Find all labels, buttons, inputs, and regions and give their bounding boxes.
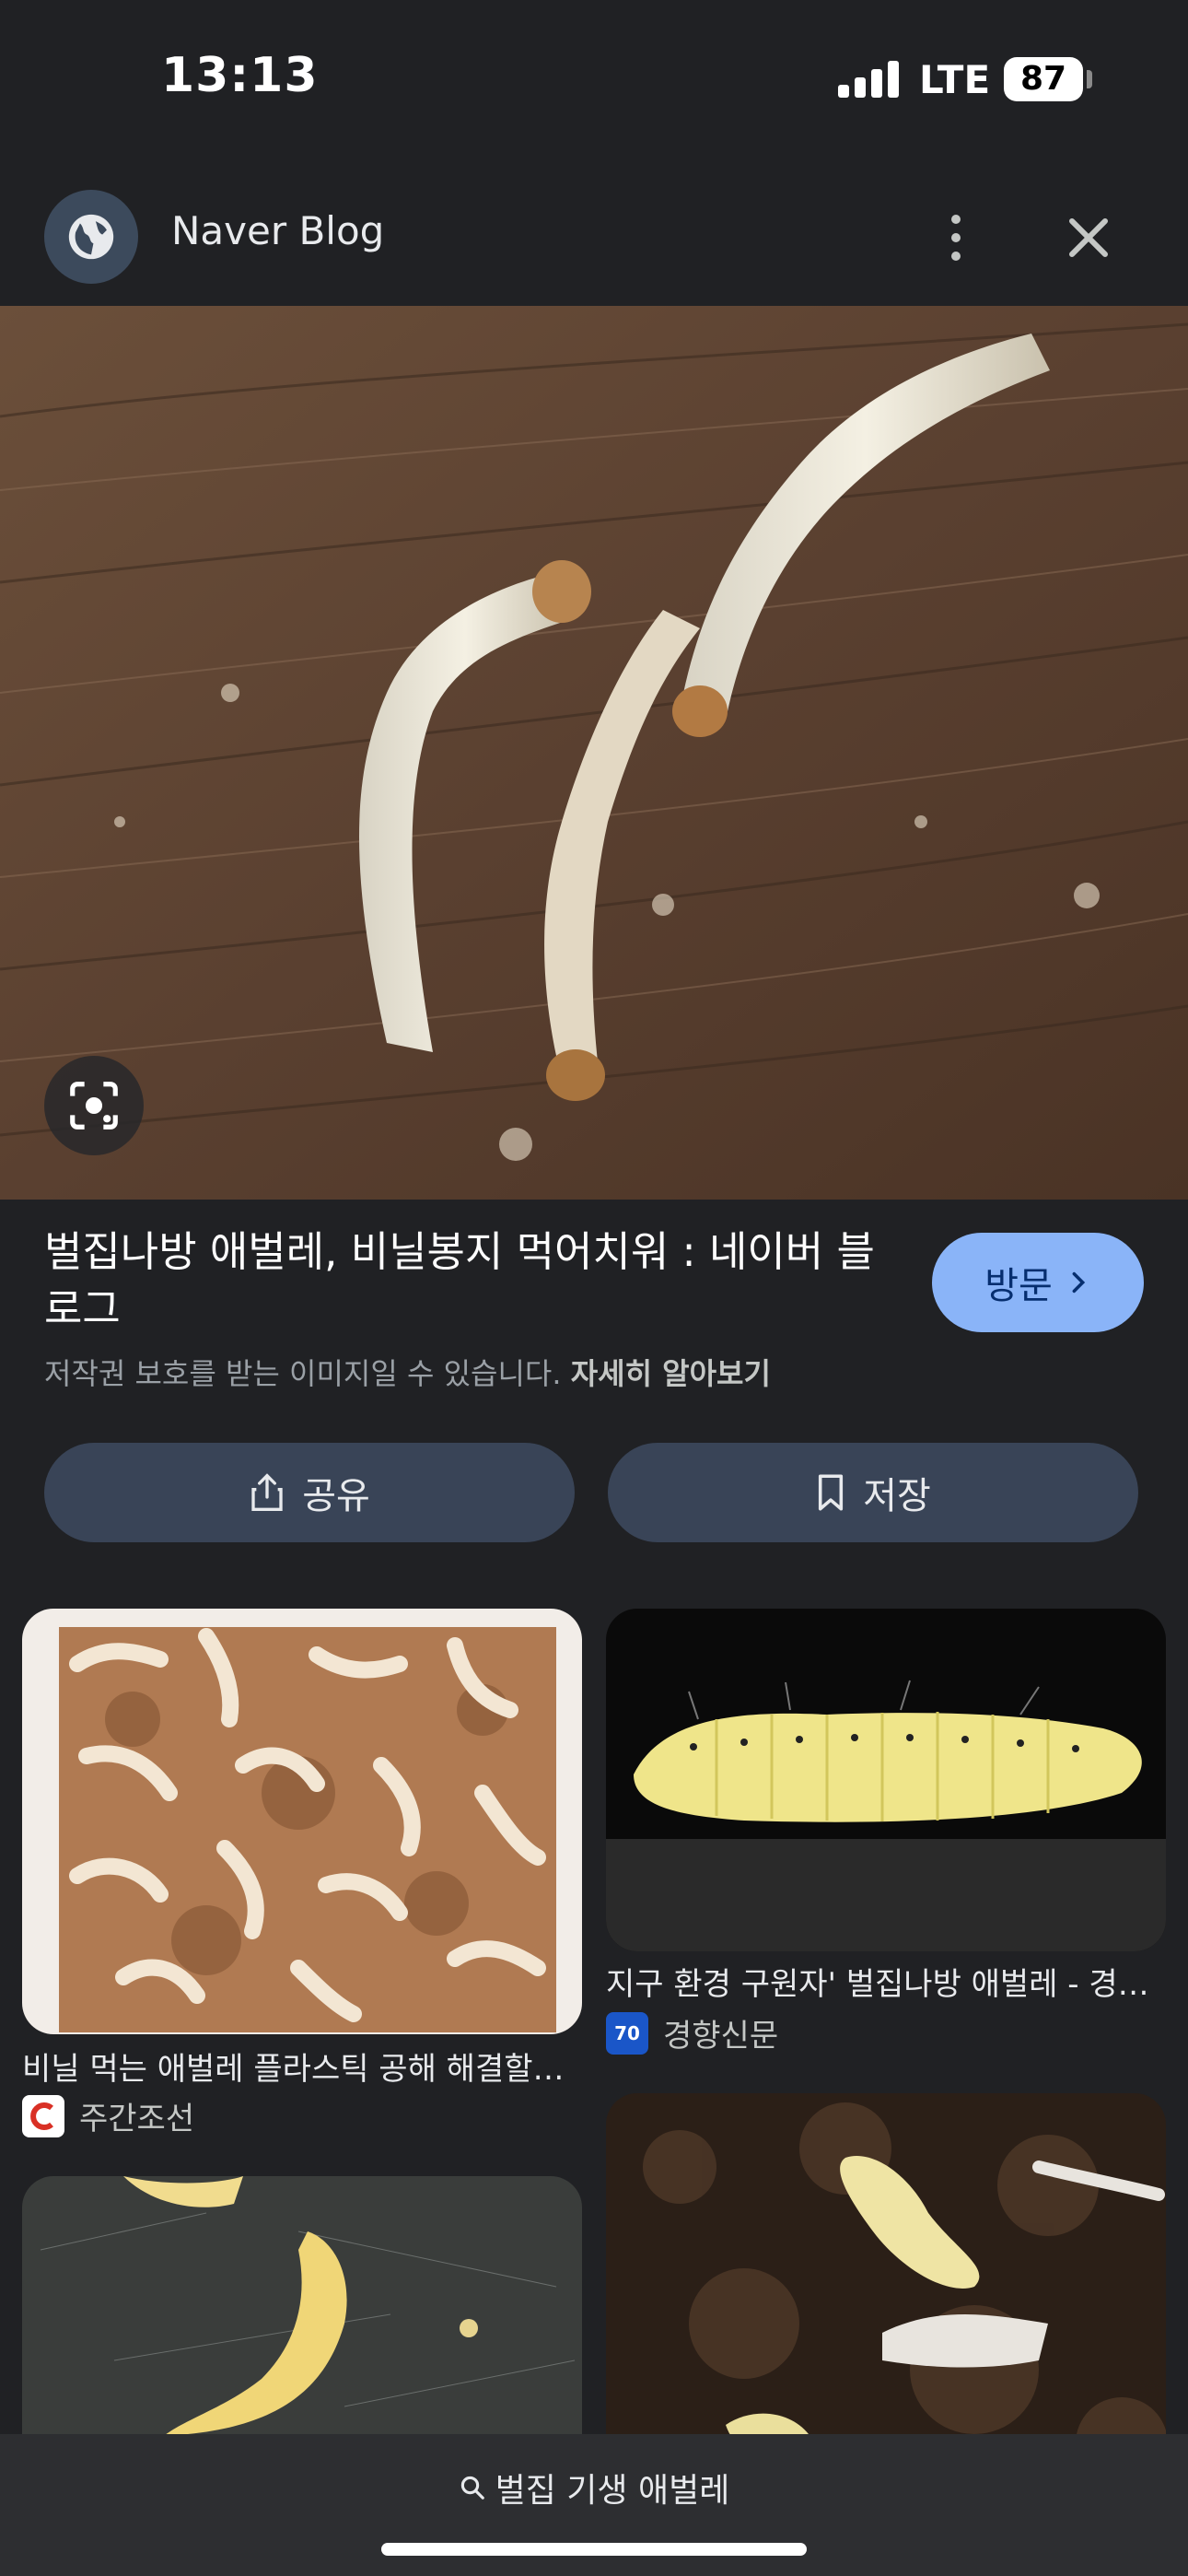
search-query[interactable]: 벌집 기생 애벌레 bbox=[0, 2464, 1188, 2512]
battery-icon: 87 bbox=[1004, 57, 1083, 101]
related-title-2[interactable]: 지구 환경 구원자' 벌집나방 애벌레 - 경… bbox=[606, 1959, 1159, 2004]
lens-icon bbox=[70, 1082, 118, 1130]
related-image-1[interactable] bbox=[22, 1609, 582, 2034]
home-indicator[interactable] bbox=[381, 2543, 807, 2556]
visit-button[interactable]: 방문 bbox=[932, 1233, 1144, 1332]
related-source-1: 주간조선 bbox=[22, 2093, 194, 2138]
source-name[interactable]: Naver Blog bbox=[171, 208, 384, 253]
cellular-signal-icon bbox=[838, 61, 899, 98]
search-icon bbox=[460, 2476, 484, 2500]
related-image-2[interactable] bbox=[606, 1609, 1166, 1951]
copyright-text: 저작권 보호를 받는 이미지일 수 있습니다. bbox=[44, 1356, 562, 1391]
related-image-4[interactable] bbox=[606, 2093, 1166, 2480]
copyright-notice: 저작권 보호를 받는 이미지일 수 있습니다. 자세히 알아보기 bbox=[44, 1351, 771, 1393]
save-label: 저장 bbox=[863, 1475, 931, 1517]
close-button[interactable] bbox=[1059, 208, 1118, 267]
lens-button[interactable] bbox=[44, 1056, 144, 1155]
bottom-search-bar[interactable]: 벌집 기생 애벌레 bbox=[0, 2434, 1188, 2576]
battery-tip bbox=[1087, 70, 1092, 88]
status-bar: 13:13 LTE 87 bbox=[0, 0, 1188, 157]
source-bar: Naver Blog bbox=[0, 175, 1188, 304]
result-title[interactable]: 벌집나방 애벌레, 비닐봉지 먹어치워 : 네이버 블로그 bbox=[44, 1224, 891, 1338]
jugan-chosun-logo-icon bbox=[22, 2094, 64, 2137]
source-label: 주간조선 bbox=[79, 2101, 195, 2137]
close-icon bbox=[1069, 218, 1108, 257]
related-title-1[interactable]: 비닐 먹는 애벌레 플라스틱 공해 해결할… bbox=[22, 2043, 575, 2089]
network-type: LTE bbox=[919, 57, 991, 102]
chevron-right-icon bbox=[1072, 1271, 1085, 1294]
share-icon bbox=[251, 1473, 283, 1511]
bookmark-icon bbox=[819, 1474, 844, 1511]
share-button[interactable]: 공유 bbox=[44, 1443, 575, 1542]
globe-icon bbox=[44, 190, 138, 284]
save-button[interactable]: 저장 bbox=[608, 1443, 1138, 1542]
visit-label: 방문 bbox=[984, 1265, 1053, 1307]
search-query-text: 벌집 기생 애벌레 bbox=[495, 2472, 730, 2510]
source-label: 경향신문 bbox=[663, 2018, 779, 2055]
related-source-2: 70 경향신문 bbox=[606, 2010, 778, 2055]
more-options-button[interactable] bbox=[930, 201, 982, 275]
main-image[interactable] bbox=[0, 306, 1188, 1200]
learn-more-link[interactable]: 자세히 알아보기 bbox=[571, 1356, 771, 1391]
status-time: 13:13 bbox=[161, 48, 319, 103]
kyunghyang-logo-icon: 70 bbox=[606, 2011, 648, 2055]
share-label: 공유 bbox=[302, 1475, 370, 1517]
